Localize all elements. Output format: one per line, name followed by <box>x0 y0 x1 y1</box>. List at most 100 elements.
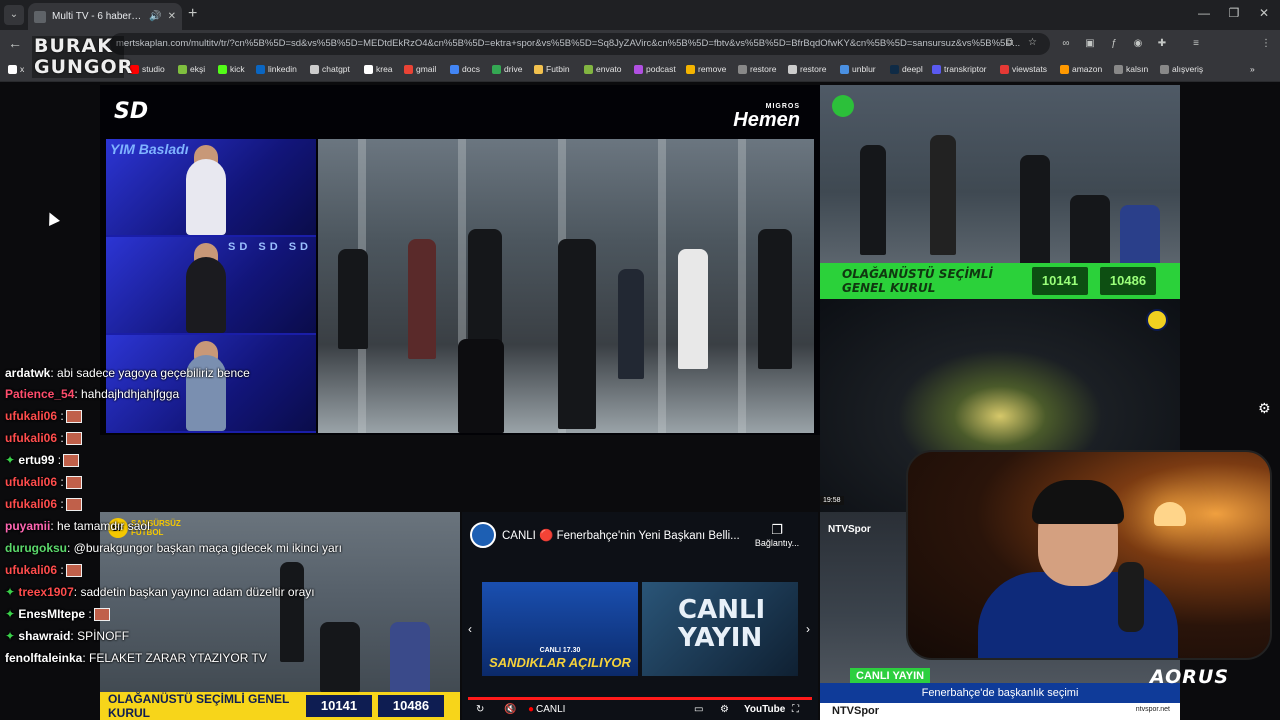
folder-icon <box>1114 64 1123 74</box>
bookmark-krea[interactable]: krea <box>364 64 393 74</box>
bookmark-futbin[interactable]: Futbin <box>534 64 570 74</box>
emote-icon <box>65 476 82 490</box>
window-close-button[interactable]: ✕ <box>1254 6 1274 20</box>
x-icon <box>8 64 17 74</box>
settings-gear-icon[interactable]: ⚙ <box>1258 400 1271 417</box>
new-tab-button[interactable]: + <box>188 5 197 23</box>
extension-image-icon[interactable]: ▣ <box>1084 38 1096 50</box>
ntvspor-logo: NTVSpor <box>828 524 871 535</box>
studio-host-2: SD SD SD <box>106 237 316 333</box>
right-top-video-player[interactable]: OLAĞANÜSTÜ SEÇİMLİ GENEL KURUL 10141 104… <box>820 85 1180 299</box>
bookmark-podcast[interactable]: podcast <box>634 64 676 74</box>
drive-icon <box>492 64 501 74</box>
bookmark-kick[interactable]: kick <box>218 64 245 74</box>
video-title[interactable]: CANLI 🔴 Fenerbahçe'nin Yeni Başkanı Bell… <box>502 528 742 542</box>
subtitles-icon[interactable]: ▭ <box>694 704 703 715</box>
badge-diamond-icon: ✦ <box>5 585 19 599</box>
docs-icon <box>450 64 459 74</box>
chat-message: ufukali06 : <box>5 409 82 424</box>
restore-icon <box>738 64 747 74</box>
extension-font-icon[interactable]: ƒ <box>1108 38 1120 50</box>
stream-chat-overlay: ardatwk: abi sadece yagoya geçebiliriz b… <box>0 366 360 706</box>
progress-bar[interactable] <box>468 697 812 700</box>
emote-icon <box>63 454 80 468</box>
reading-list-icon[interactable]: ≡ <box>1190 38 1202 50</box>
mouse-cursor-icon <box>44 210 60 226</box>
sd-channel-logo: SD <box>114 99 149 124</box>
previous-arrow-icon[interactable]: ‹ <box>468 622 472 636</box>
krea-icon <box>364 64 373 74</box>
chat-message: ufukali06 : <box>5 497 82 512</box>
bookmark-amazon[interactable]: amazon <box>1060 64 1102 74</box>
bookmark-docs[interactable]: docs <box>450 64 480 74</box>
futbin-icon <box>534 64 543 74</box>
tab-search-button[interactable]: ⌄ <box>4 5 24 25</box>
chat-message: ufukali06 : <box>5 431 82 446</box>
bookmark-remove[interactable]: remove <box>686 64 726 74</box>
bookmark-restore-2[interactable]: restore <box>788 64 826 74</box>
youtube-embed-player[interactable]: CANLI 🔴 Fenerbahçe'nin Yeni Başkanı Bell… <box>462 512 818 720</box>
related-video-thumbnail-2[interactable]: CANLI YAYIN <box>642 582 798 676</box>
tab-multitv[interactable]: Multi TV - 6 haber kanalını 🔊 ✕ <box>28 3 182 30</box>
bookmark-transkriptor[interactable]: transkriptor <box>932 64 987 74</box>
gmail-icon <box>404 64 413 74</box>
replay-icon[interactable]: ↻ <box>476 704 484 715</box>
emote-icon <box>65 498 82 512</box>
tab-favicon-icon <box>34 10 46 23</box>
next-arrow-icon[interactable]: › <box>806 622 810 636</box>
bookmark-envato[interactable]: envato <box>584 64 622 74</box>
transkriptor-icon <box>932 64 941 74</box>
chat-message: ✦ treex1907: saddetin başkan yayıncı ada… <box>5 585 315 599</box>
bookmark-star-icon[interactable]: ☆ <box>1028 37 1037 48</box>
bookmark-unblur[interactable]: unblur <box>840 64 876 74</box>
bookmark-viewstats[interactable]: viewstats <box>1000 64 1047 74</box>
envato-icon <box>584 64 593 74</box>
player-controls: ↻ 🔇 ● CANLI ▭ ⚙ YouTube ⛶ <box>462 702 818 720</box>
browser-menu-icon[interactable]: ⋮ <box>1260 38 1272 50</box>
bookmark-studio[interactable]: studio <box>130 64 165 74</box>
address-bar[interactable]: mertskaplan.com/multitv/tr/?cn%5B%5D=sd&… <box>110 33 1050 55</box>
sponsor-logo: MIGROS Hemen <box>733 103 800 131</box>
extensions-puzzle-icon[interactable]: ✚ <box>1156 38 1168 50</box>
close-tab-icon[interactable]: ✕ <box>168 11 176 22</box>
bookmark-gmail[interactable]: gmail <box>404 64 436 74</box>
youtube-logo[interactable]: YouTube <box>744 704 785 715</box>
tab-title: Multi TV - 6 haber kanalını <box>52 11 143 22</box>
chat-message: ✦ ertu99 : <box>5 453 80 468</box>
bookmark-eksi[interactable]: ekşi <box>178 64 205 74</box>
minimize-button[interactable]: — <box>1194 6 1214 20</box>
channel-avatar[interactable] <box>470 522 496 548</box>
bookmarks-overflow-icon[interactable]: » <box>1250 64 1255 74</box>
bookmark-kalsin[interactable]: kalsın <box>1114 64 1148 74</box>
bookmark-restore-1[interactable]: restore <box>738 64 776 74</box>
back-arrow-icon[interactable]: ← <box>8 35 22 51</box>
copy-link-button[interactable]: ❐ Bağlantıy... <box>752 522 802 548</box>
vote-count-left: 10141 <box>1032 267 1088 295</box>
extension-camera-icon[interactable]: ◉ <box>1132 38 1144 50</box>
microphone-icon <box>1118 562 1144 632</box>
restore-button[interactable]: ❐ <box>1224 6 1244 20</box>
restore-icon <box>788 64 797 74</box>
settings-gear-icon[interactable]: ⚙ <box>720 704 729 715</box>
bookmark-deepl[interactable]: deepl <box>890 64 923 74</box>
viewstats-icon <box>1000 64 1009 74</box>
bookmark-x[interactable]: x <box>8 64 24 74</box>
bookmark-chatgpt[interactable]: chatgpt <box>310 64 350 74</box>
bookmark-drive[interactable]: drive <box>492 64 522 74</box>
chatgpt-icon <box>310 64 319 74</box>
venue-crowd-feed <box>318 139 814 433</box>
related-video-thumbnail-1[interactable]: CANLI 17.30 SANDIKLAR AÇILIYOR <box>482 582 638 676</box>
mute-icon[interactable]: 🔇 <box>504 704 516 715</box>
live-label: CANLI <box>536 704 566 715</box>
chat-message: ardatwk: abi sadece yagoya geçebiliriz b… <box>5 366 250 380</box>
vote-count-right: 10486 <box>378 695 444 717</box>
chat-message: durugoksu: @burakgungor başkan maça gide… <box>5 541 342 555</box>
extension-glasses-icon[interactable]: ∞ <box>1060 38 1072 50</box>
fullscreen-icon[interactable]: ⛶ <box>792 704 799 715</box>
bookmark-linkedin[interactable]: linkedin <box>256 64 297 74</box>
install-app-icon[interactable]: ⧉ <box>1006 37 1013 48</box>
speaker-icon[interactable]: 🔊 <box>149 11 161 22</box>
emote-icon <box>65 432 82 446</box>
bookmark-alisveris[interactable]: alışveriş <box>1160 64 1203 74</box>
podcast-icon <box>634 64 643 74</box>
